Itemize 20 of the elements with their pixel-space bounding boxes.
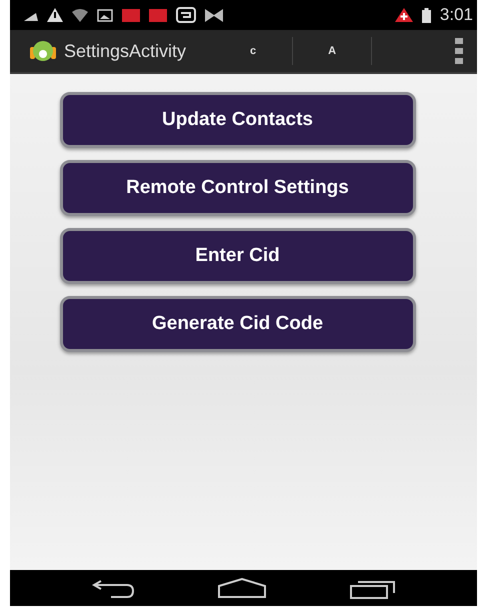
notification-icon bbox=[149, 8, 167, 22]
alert-icon bbox=[394, 8, 413, 22]
menu-button[interactable]: Update Contacts bbox=[60, 92, 416, 148]
action-button[interactable]: c bbox=[214, 39, 292, 63]
app-title: SettingsActivity bbox=[64, 40, 186, 62]
image-icon bbox=[97, 8, 113, 22]
notification-icon bbox=[122, 8, 140, 22]
mail-icon bbox=[205, 8, 223, 22]
android-icon bbox=[30, 39, 56, 63]
menu-button[interactable]: Remote Control Settings bbox=[60, 160, 416, 216]
battery-icon bbox=[422, 8, 431, 22]
warning-icon bbox=[47, 8, 63, 22]
chat-icon bbox=[176, 7, 196, 23]
action-button[interactable]: A bbox=[293, 39, 372, 63]
overflow-menu-icon[interactable] bbox=[455, 38, 463, 64]
menu-button[interactable]: Enter Cid bbox=[60, 228, 416, 284]
wifi-icon bbox=[72, 8, 88, 22]
menu-button[interactable]: Generate Cid Code bbox=[60, 296, 416, 352]
home-icon[interactable] bbox=[217, 578, 268, 598]
clock-time: 3:01 bbox=[440, 5, 473, 25]
